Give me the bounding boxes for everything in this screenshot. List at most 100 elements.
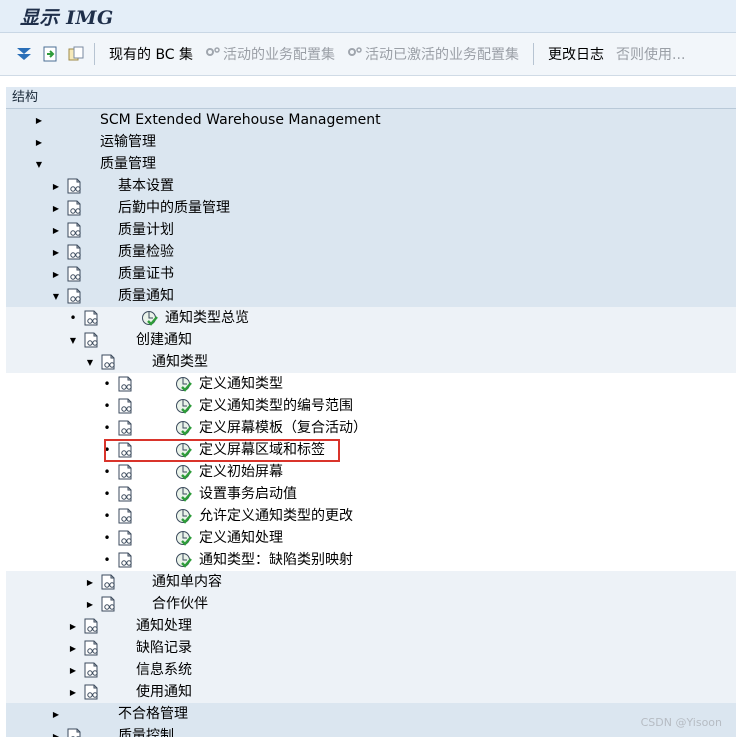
collapse-arrow-icon[interactable]: ▼	[51, 290, 61, 302]
tree-row-label[interactable]: 通知单内容	[152, 573, 222, 591]
tree-row-label[interactable]: 合作伙伴	[152, 595, 208, 613]
tree-row[interactable]: ▶ 质量计划	[6, 219, 736, 241]
tree-row-label[interactable]: 通知类型	[152, 353, 208, 371]
tree-row-label[interactable]: 定义通知类型的编号范围	[199, 397, 353, 415]
expand-arrow-icon[interactable]: ▶	[51, 268, 61, 280]
collapse-arrow-icon[interactable]: ▼	[68, 334, 78, 346]
img-folder-icon	[83, 331, 103, 349]
expand-arrow-icon[interactable]: ▶	[51, 246, 61, 258]
tree-row-label[interactable]: 设置事务启动值	[199, 485, 297, 503]
tree-row-label[interactable]: 缺陷记录	[136, 639, 192, 657]
activated-bc-sets-button[interactable]: 活动已激活的业务配置集	[341, 44, 525, 64]
tree-row-label[interactable]: 通知类型：缺陷类别映射	[199, 551, 353, 569]
tree-row[interactable]: ▶ 质量控制	[6, 725, 736, 737]
tree-row[interactable]: ▶ 质量检验	[6, 241, 736, 263]
img-folder-icon	[117, 551, 137, 569]
tree-row[interactable]: • 定义屏幕模板（复合活动）	[6, 417, 736, 439]
tree-row-label[interactable]: 通知处理	[136, 617, 192, 635]
tree-row[interactable]: • 定义通知类型	[6, 373, 736, 395]
tree-row[interactable]: • 定义初始屏幕	[6, 461, 736, 483]
expand-arrow-icon[interactable]: ▶	[68, 620, 78, 632]
expand-arrow-icon[interactable]: ▶	[34, 114, 44, 126]
tree-row[interactable]: ▶ 通知处理	[6, 615, 736, 637]
execute-activity-icon[interactable]	[175, 419, 193, 437]
tree-row-label[interactable]: 定义通知处理	[199, 529, 283, 547]
img-folder-icon	[83, 309, 103, 327]
execute-activity-icon[interactable]	[175, 529, 193, 547]
tree-row-label[interactable]: 运输管理	[100, 133, 156, 151]
expand-arrow-icon[interactable]: ▶	[51, 708, 61, 720]
tree-row[interactable]: ▶ SCM Extended Warehouse Management	[6, 109, 736, 131]
tree-row[interactable]: ▼ 创建通知	[6, 329, 736, 351]
tree-row[interactable]: ▶ 使用通知	[6, 681, 736, 703]
expand-icon[interactable]	[14, 44, 34, 64]
collapse-arrow-icon[interactable]: ▼	[34, 158, 44, 170]
tree-row[interactable]: • 设置事务启动值	[6, 483, 736, 505]
img-folder-icon	[66, 199, 86, 217]
collapse-arrow-icon[interactable]: ▼	[85, 356, 95, 368]
tree-row-label[interactable]: 定义初始屏幕	[199, 463, 283, 481]
tree-row-label[interactable]: 信息系统	[136, 661, 192, 679]
tree-row[interactable]: ▶ 合作伙伴	[6, 593, 736, 615]
tree-row-label[interactable]: SCM Extended Warehouse Management	[100, 111, 381, 129]
execute-activity-icon[interactable]	[175, 397, 193, 415]
tree-row-label[interactable]: 后勤中的质量管理	[118, 199, 230, 217]
expand-arrow-icon[interactable]: ▶	[68, 664, 78, 676]
tree-row-label[interactable]: 质量通知	[118, 287, 174, 305]
change-log-button[interactable]: 更改日志	[542, 44, 610, 64]
tree-row-label[interactable]: 质量计划	[118, 221, 174, 239]
execute-activity-icon[interactable]	[175, 551, 193, 569]
tree-row[interactable]: • 通知类型：缺陷类别映射	[6, 549, 736, 571]
tree-row-label[interactable]: 质量管理	[100, 155, 156, 173]
tree-row[interactable]: ▶ 后勤中的质量管理	[6, 197, 736, 219]
tree-row[interactable]: ▶ 质量证书	[6, 263, 736, 285]
tree-row[interactable]: ▶ 不合格管理	[6, 703, 736, 725]
tree-row-label[interactable]: 通知类型总览	[165, 309, 249, 327]
tree-row[interactable]: ▼ 通知类型	[6, 351, 736, 373]
execute-activity-icon[interactable]	[175, 463, 193, 481]
tree-row-label[interactable]: 创建通知	[136, 331, 192, 349]
execute-activity-icon[interactable]	[175, 375, 193, 393]
tree-row-label[interactable]: 质量检验	[118, 243, 174, 261]
expand-arrow-icon[interactable]: ▶	[68, 686, 78, 698]
expand-arrow-icon[interactable]: ▶	[51, 180, 61, 192]
highlight-box	[104, 439, 340, 462]
tree-row[interactable]: ▼ 质量管理	[6, 153, 736, 175]
execute-activity-icon[interactable]	[141, 309, 159, 327]
expand-arrow-icon[interactable]: ▶	[85, 598, 95, 610]
tree-row-label[interactable]: 定义通知类型	[199, 375, 283, 393]
tree-row-label[interactable]: 使用通知	[136, 683, 192, 701]
tree-row[interactable]: • 允许定义通知类型的更改	[6, 505, 736, 527]
tree-row[interactable]: ▶ 缺陷记录	[6, 637, 736, 659]
tree-row-label[interactable]: 质量证书	[118, 265, 174, 283]
leaf-bullet-icon: •	[103, 487, 111, 501]
tree-row[interactable]: ▶ 基本设置	[6, 175, 736, 197]
tree-row-label[interactable]: 定义屏幕模板（复合活动）	[199, 419, 367, 437]
document-copy-icon[interactable]	[66, 44, 86, 64]
tree-row[interactable]: ▶ 信息系统	[6, 659, 736, 681]
expand-arrow-icon[interactable]: ▶	[34, 136, 44, 148]
expand-arrow-icon[interactable]: ▶	[85, 576, 95, 588]
tree-row-label[interactable]: 不合格管理	[118, 705, 188, 723]
tree-row[interactable]: ▶ 通知单内容	[6, 571, 736, 593]
tree-row[interactable]: • 通知类型总览	[6, 307, 736, 329]
active-bc-sets-button[interactable]: 活动的业务配置集	[199, 44, 341, 64]
tree-row[interactable]: • 定义通知类型的编号范围	[6, 395, 736, 417]
expand-arrow-icon[interactable]: ▶	[68, 642, 78, 654]
tree-row[interactable]: • 定义通知处理	[6, 527, 736, 549]
tree-row-label[interactable]: 基本设置	[118, 177, 174, 195]
execute-activity-icon[interactable]	[175, 507, 193, 525]
expand-arrow-icon[interactable]: ▶	[51, 730, 61, 737]
tree-row[interactable]: ▼ 质量通知	[6, 285, 736, 307]
tree-row-label[interactable]: 允许定义通知类型的更改	[199, 507, 353, 525]
expand-arrow-icon[interactable]: ▶	[51, 224, 61, 236]
img-structure-tree: ▶ SCM Extended Warehouse Management ▶ 运输管理 ▼…	[6, 109, 736, 737]
tree-row[interactable]: ▶ 运输管理	[6, 131, 736, 153]
execute-activity-icon[interactable]	[175, 485, 193, 503]
document-arrow-icon[interactable]	[40, 44, 60, 64]
img-folder-icon	[66, 287, 86, 305]
bc-sets-button[interactable]: 现有的 BC 集	[103, 44, 199, 64]
tree-row-label[interactable]: 质量控制	[118, 727, 174, 737]
more-button[interactable]: 否则使用...	[610, 44, 691, 64]
expand-arrow-icon[interactable]: ▶	[51, 202, 61, 214]
